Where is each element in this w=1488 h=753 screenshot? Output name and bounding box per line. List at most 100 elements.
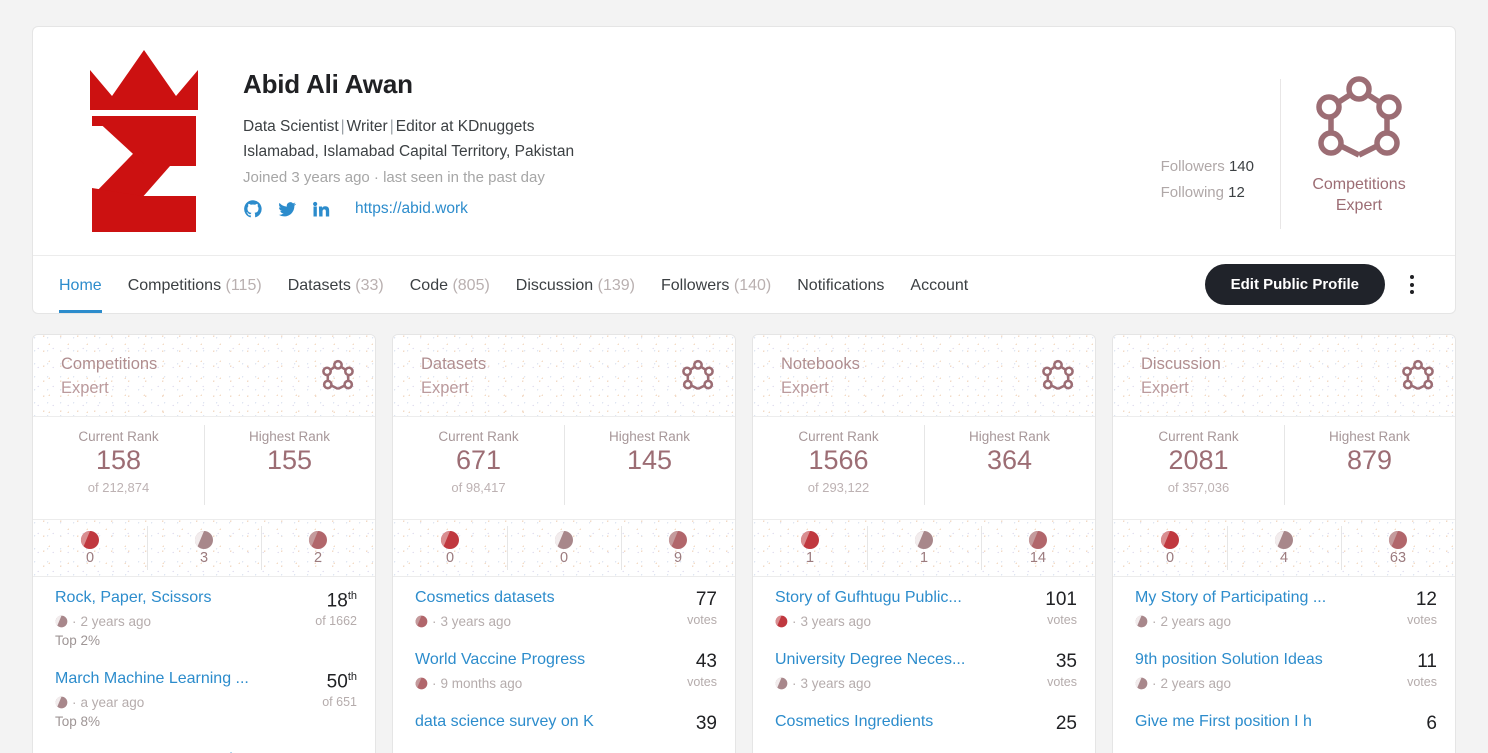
headline-sep-1: | — [340, 118, 345, 135]
item-left: My Story of Participating ... · 2 years … — [1135, 588, 1397, 629]
item-subline: · 2 years ago — [1135, 614, 1397, 629]
profile-nav: Home Competitions (115) Datasets (33) Co… — [33, 255, 1455, 313]
avatar[interactable] — [59, 41, 229, 241]
expert-ring-icon — [1402, 359, 1434, 391]
gold-medal-icon — [775, 615, 788, 628]
item-title[interactable]: March Machine Learning ... — [55, 669, 312, 690]
followers-label: Followers — [1160, 157, 1225, 175]
item-title[interactable]: World Vaccine Progress — [415, 650, 677, 671]
tab-home[interactable]: Home — [59, 258, 102, 313]
item-subline: · a year ago — [55, 695, 312, 710]
headline-part-1: Data Scientist — [243, 118, 339, 135]
item-title[interactable]: Cosmetics Ingredients — [775, 712, 1046, 733]
item-title[interactable]: data science survey on K — [415, 712, 686, 733]
list-item[interactable]: 9th position Solution Ideas · 2 years ag… — [1135, 639, 1437, 701]
list-item[interactable]: Novozymes Enzyme Stab... 70th — [55, 739, 357, 753]
highest-rank-label: Highest Rank — [608, 429, 691, 444]
item-dot: · — [432, 675, 437, 691]
profile-tier-badge[interactable]: Competitions Expert — [1281, 73, 1429, 241]
current-rank-label: Current Rank — [1158, 429, 1239, 444]
list-item[interactable]: March Machine Learning ... · a year ago … — [55, 658, 357, 739]
github-icon[interactable] — [243, 199, 263, 219]
list-item[interactable]: World Vaccine Progress · 9 months ago 43… — [415, 639, 717, 701]
kebab-menu-icon[interactable] — [1395, 268, 1429, 302]
item-subline: · 2 years ago — [55, 614, 305, 629]
profile-headline: Data Scientist | Writer | Editor at KDnugget… — [243, 114, 1161, 139]
card-discussion-title: Discussion Expert — [1141, 353, 1221, 399]
crown-z-logo-icon — [90, 50, 198, 232]
item-title[interactable]: University Degree Neces... — [775, 650, 1037, 671]
item-rank: 50th — [322, 671, 357, 693]
tab-followers[interactable]: Followers (140) — [661, 258, 771, 313]
item-title[interactable]: My Story of Participating ... — [1135, 588, 1397, 609]
card-competitions: Competitions Expert Current Rank 158 of … — [32, 334, 376, 753]
tab-competitions[interactable]: Competitions (115) — [128, 258, 262, 313]
following-row[interactable]: Following 12 — [1161, 180, 1254, 207]
item-rank-ordinal: th — [347, 670, 357, 683]
linkedin-icon[interactable] — [311, 199, 331, 219]
twitter-icon[interactable] — [277, 199, 297, 219]
item-age: 2 years ago — [1160, 613, 1232, 629]
item-age: a year ago — [80, 694, 145, 710]
item-votes: 39 — [695, 712, 717, 734]
gold-medal-cell: 0 — [393, 520, 507, 576]
card-notebooks-items: Story of Gufhtugu Public... · 3 years ag… — [753, 577, 1095, 745]
current-rank-value: 158 — [95, 445, 142, 475]
item-right: 18th of 1662 — [315, 588, 357, 628]
card-discussion-ranks: Current Rank 2081 of 357,036 Highest Ran… — [1113, 417, 1455, 519]
list-item[interactable]: University Degree Neces... · 3 years ago… — [775, 639, 1077, 701]
silver-medal-icon — [55, 696, 68, 708]
tab-code[interactable]: Code (805) — [410, 258, 490, 313]
card-discussion: Discussion Expert Current Rank 2081 of 3… — [1112, 334, 1456, 753]
item-dot: · — [1152, 613, 1157, 629]
tab-datasets[interactable]: Datasets (33) — [288, 258, 384, 313]
item-votes-label: votes — [687, 612, 717, 627]
item-age: 2 years ago — [80, 613, 152, 629]
headline-part-3: Editor at KDnuggets — [395, 118, 535, 135]
list-item[interactable]: Cosmetics Ingredients 25 — [775, 701, 1077, 745]
item-title[interactable]: Cosmetics datasets — [415, 588, 677, 609]
bronze-medal-icon — [415, 677, 428, 689]
current-rank-cell: Current Rank 158 of 212,874 — [33, 417, 204, 519]
item-title[interactable]: Give me First position I h — [1135, 712, 1416, 733]
card-notebooks-title: Notebooks Expert — [781, 353, 860, 399]
card-datasets-items: Cosmetics datasets · 3 years ago 77 vote… — [393, 577, 735, 745]
card-notebooks-medals: 1 1 14 — [753, 519, 1095, 577]
item-votes-label: votes — [1407, 674, 1437, 689]
list-item[interactable]: Cosmetics datasets · 3 years ago 77 vote… — [415, 577, 717, 639]
item-title[interactable]: Novozymes Enzyme Stab... — [55, 750, 317, 753]
item-left: World Vaccine Progress · 9 months ago — [415, 650, 677, 691]
item-votes: 77 — [695, 589, 717, 610]
tab-followers-count: (140) — [733, 277, 772, 294]
item-title[interactable]: Story of Gufhtugu Public... — [775, 588, 1035, 609]
card-discussion-header: Discussion Expert — [1113, 335, 1455, 417]
list-item[interactable]: Story of Gufhtugu Public... · 3 years ag… — [775, 577, 1077, 639]
item-title[interactable]: 9th position Solution Ideas — [1135, 650, 1397, 671]
tab-account[interactable]: Account — [910, 258, 968, 313]
tab-notifications-label: Notifications — [797, 277, 885, 294]
item-subline: · 3 years ago — [415, 614, 677, 629]
silver-medal-icon — [554, 531, 573, 550]
bronze-medal-cell: 9 — [621, 520, 735, 576]
silver-medal-icon — [914, 531, 933, 550]
highest-rank-cell: Highest Rank 145 — [564, 417, 735, 519]
tab-notifications[interactable]: Notifications — [797, 258, 884, 313]
item-title[interactable]: Rock, Paper, Scissors — [55, 588, 305, 609]
silver-medal-icon — [1135, 615, 1148, 628]
list-item[interactable]: data science survey on K 39 — [415, 701, 717, 745]
list-item[interactable]: My Story of Participating ... · 2 years … — [1135, 577, 1437, 639]
item-right: 43 votes — [687, 650, 717, 689]
item-top-percent: Top 8% — [55, 713, 101, 729]
tab-account-label: Account — [910, 277, 969, 294]
website-link[interactable]: https://abid.work — [355, 200, 468, 218]
card-datasets-medals: 0 0 9 — [393, 519, 735, 577]
tab-discussion[interactable]: Discussion (139) — [516, 258, 635, 313]
bronze-medal-count: 9 — [673, 550, 683, 567]
followers-row[interactable]: Followers 140 — [1161, 154, 1254, 181]
edit-public-profile-button[interactable]: Edit Public Profile — [1204, 264, 1385, 305]
list-item[interactable]: Give me First position I h 6 — [1135, 701, 1437, 745]
item-subline: · 2 years ago — [1135, 676, 1397, 691]
list-item[interactable]: Rock, Paper, Scissors · 2 years ago Top … — [55, 577, 357, 658]
following-label: Following — [1160, 184, 1224, 202]
bronze-medal-cell: 2 — [261, 520, 375, 576]
